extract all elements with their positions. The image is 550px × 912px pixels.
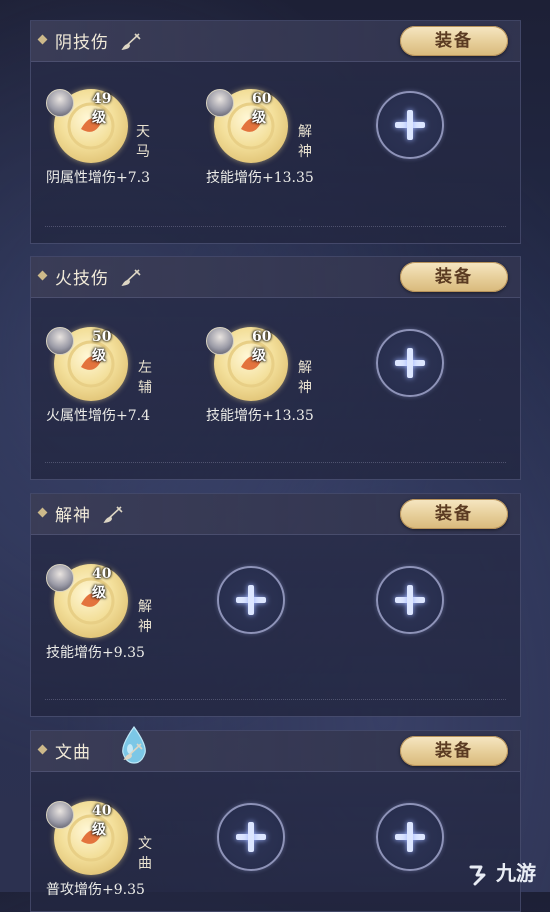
star-effect: 技能增伤+13.35 <box>206 408 314 424</box>
star-level: 49级 <box>92 91 112 126</box>
star-effect: 技能增伤+9.35 <box>46 645 145 661</box>
divider <box>45 462 506 463</box>
section-fire-skill: 火技伤 装备 50级 左辅 火属性增伤+7.4 60级 解神 技能增伤+13.3… <box>30 256 521 480</box>
equip-button[interactable]: 装备 <box>400 262 508 292</box>
equip-button[interactable]: 装备 <box>400 26 508 56</box>
star-level: 60级 <box>252 329 272 364</box>
equip-button[interactable]: 装备 <box>400 499 508 529</box>
watermark-text: 九游 <box>496 861 536 885</box>
avatar <box>206 89 234 117</box>
jiuyou-logo-icon <box>469 865 486 885</box>
diamond-bullet-icon <box>37 34 48 45</box>
star-level: 40级 <box>92 566 112 601</box>
add-star-button[interactable] <box>376 329 444 397</box>
divider <box>45 699 506 700</box>
star-level: 60级 <box>252 91 272 126</box>
star-name: 解神 <box>298 360 312 396</box>
add-star-button[interactable] <box>376 803 444 871</box>
watermark: 九游 <box>467 857 536 886</box>
diamond-bullet-icon <box>37 744 48 755</box>
brush-icon[interactable] <box>103 504 125 524</box>
diamond-bullet-icon <box>37 507 48 518</box>
add-star-button[interactable] <box>217 803 285 871</box>
add-star-button[interactable] <box>376 91 444 159</box>
section-header: 阴技伤 装备 <box>31 21 520 62</box>
add-star-button[interactable] <box>217 566 285 634</box>
section-title: 文曲 <box>55 743 91 763</box>
section-title: 火技伤 <box>55 269 109 289</box>
star-effect: 火属性增伤+7.4 <box>46 408 150 424</box>
section-header: 文曲 装备 <box>31 725 520 772</box>
star-name: 左辅 <box>138 360 152 396</box>
star-level: 40级 <box>92 803 112 838</box>
brush-icon[interactable] <box>121 31 143 51</box>
section-jieshen: 解神 装备 40级 解神 技能增伤+9.35 <box>30 493 521 717</box>
divider <box>45 226 506 227</box>
equip-button[interactable]: 装备 <box>400 736 508 766</box>
avatar <box>46 801 74 829</box>
star-level: 50级 <box>92 329 112 364</box>
star-name: 文曲 <box>138 836 152 872</box>
section-yin-skill: 阴技伤 装备 49级 天马 阴属性增伤+7.3 60级 解神 技能增伤+13.3… <box>30 20 521 244</box>
diamond-bullet-icon <box>37 270 48 281</box>
star-effect: 技能增伤+13.35 <box>206 170 314 186</box>
brush-icon[interactable] <box>123 741 145 761</box>
section-header: 火技伤 装备 <box>31 257 520 298</box>
section-title: 解神 <box>55 506 91 526</box>
section-header: 解神 装备 <box>31 494 520 535</box>
avatar <box>206 327 234 355</box>
section-title: 阴技伤 <box>55 33 109 53</box>
star-effect: 阴属性增伤+7.3 <box>46 170 150 186</box>
star-name: 解神 <box>298 124 312 160</box>
avatar <box>46 89 74 117</box>
section-wenqu: 文曲 装备 40级 文曲 普攻增伤+9.35 <box>30 725 521 912</box>
star-effect: 普攻增伤+9.35 <box>46 882 145 898</box>
brush-icon[interactable] <box>121 267 143 287</box>
avatar <box>46 564 74 592</box>
star-name: 解神 <box>138 599 152 635</box>
add-star-button[interactable] <box>376 566 444 634</box>
avatar <box>46 327 74 355</box>
star-name: 天马 <box>136 124 150 160</box>
